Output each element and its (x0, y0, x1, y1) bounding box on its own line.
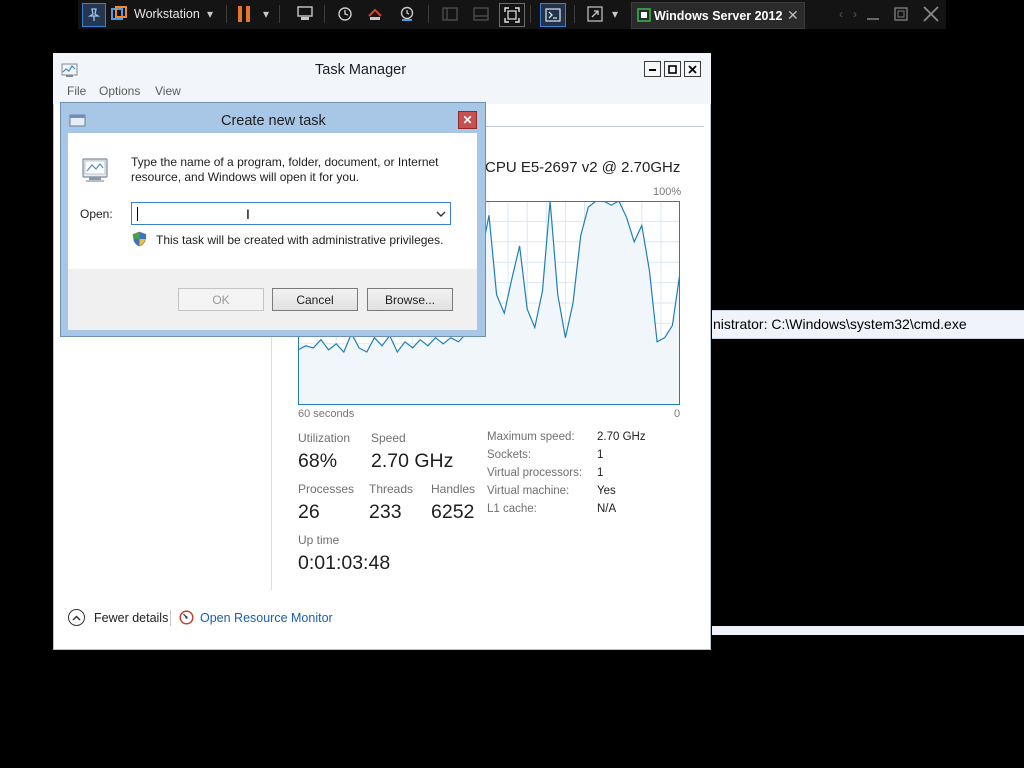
cpu-model-name: CPU E5-2697 v2 @ 2.70GHz (485, 159, 681, 176)
menu-file[interactable]: File (67, 84, 86, 98)
processes-value: 26 (298, 501, 320, 523)
toolbar-divider (324, 5, 325, 23)
minimize-icon[interactable] (862, 3, 884, 25)
dialog-close-button[interactable]: ✕ (458, 111, 477, 129)
tab-scroll-left-icon[interactable]: ‹ (834, 3, 848, 25)
stretch-guest-icon[interactable] (584, 3, 606, 25)
open-resource-monitor-link[interactable]: Open Resource Monitor (200, 611, 333, 625)
task-manager-titlebar[interactable] (53, 53, 711, 104)
close-icon (688, 64, 697, 74)
maximize-button[interactable] (664, 61, 681, 77)
resource-monitor-icon[interactable] (179, 610, 194, 625)
close-icon[interactable]: ✕ (787, 7, 799, 24)
revert-snapshot-icon[interactable] (364, 3, 386, 25)
minimize-button[interactable] (644, 61, 661, 77)
spec-key: Maximum speed: (487, 431, 575, 443)
toolbar-divider (530, 5, 531, 23)
sidebar-divider (271, 330, 272, 590)
pause-icon[interactable] (233, 3, 255, 25)
text-cursor-icon: I (246, 206, 250, 222)
threads-value: 233 (369, 501, 402, 523)
chart-time-span-label: 60 seconds (298, 408, 355, 420)
vm-tab[interactable]: Windows Server 2012 ✕ (631, 2, 805, 29)
uptime-value: 0:01:03:48 (298, 552, 391, 574)
task-manager-icon (61, 63, 78, 77)
dialog-title: Create new task (221, 113, 326, 129)
speed-value: 2.70 GHz (371, 450, 454, 472)
footer-divider (170, 610, 171, 626)
handles-label: Handles (431, 482, 476, 496)
spec-value: Yes (597, 485, 616, 497)
toolbar-divider (279, 5, 280, 23)
spec-value: N/A (597, 503, 617, 515)
minimize-icon (649, 68, 656, 71)
chart-max-label: 100% (653, 186, 682, 198)
chevron-down-icon[interactable] (434, 207, 448, 221)
utilization-value: 68% (298, 450, 338, 472)
open-field-label: Open: (80, 207, 113, 221)
window-title: Task Manager (315, 62, 407, 78)
browse-button[interactable]: Browse... (367, 288, 453, 311)
threads-label: Threads (369, 482, 414, 496)
uac-shield-icon (132, 231, 147, 247)
snapshot-manager-icon[interactable] (396, 3, 418, 25)
run-program-icon (82, 158, 108, 182)
vmware-toolbar: Workstation ▾ ▾ ▾ Windows Server 2012 ✕ (78, 0, 946, 29)
chevron-down-icon[interactable]: ▾ (259, 3, 273, 25)
vm-tab-label: Windows Server 2012 (654, 8, 783, 23)
dialog-description: Type the name of a program, folder, docu… (131, 155, 439, 184)
run-dialog-icon (69, 114, 86, 127)
chevron-down-icon[interactable]: ▾ (608, 3, 622, 25)
close-icon[interactable] (920, 3, 942, 25)
uptime-label: Up time (298, 533, 340, 547)
handles-value: 6252 (431, 501, 475, 523)
close-button[interactable] (684, 61, 701, 77)
toolbar-divider (226, 5, 227, 23)
processes-label: Processes (298, 482, 355, 496)
spec-key: Sockets: (487, 449, 532, 461)
spec-key: Virtual machine: (487, 485, 570, 497)
menu-view[interactable]: View (155, 84, 181, 98)
tab-strip-divider (486, 126, 704, 127)
menu-options[interactable]: Options (99, 84, 140, 98)
spec-key: Virtual processors: (487, 467, 583, 479)
admin-privileges-note: This task will be created with administr… (156, 233, 444, 247)
chart-min-label: 0 (674, 408, 681, 420)
spec-value: 2.70 GHz (597, 431, 646, 443)
vmware-logo-icon (108, 3, 130, 25)
tab-scroll-right-icon[interactable]: › (848, 3, 862, 25)
spec-value: 1 (597, 449, 604, 461)
snapshot-icon[interactable] (334, 3, 356, 25)
fewer-details-button[interactable]: Fewer details (94, 611, 168, 625)
cmd-window-bottom-edge (712, 626, 1024, 635)
cmd-window-title: nistrator: C:\Windows\system32\cmd.exe (713, 316, 967, 332)
ok-button[interactable]: OK (178, 288, 264, 311)
toolbar-divider (428, 5, 429, 23)
library-view-icon[interactable] (439, 3, 461, 25)
send-ctrl-alt-del-icon[interactable] (293, 3, 317, 25)
pin-icon[interactable] (82, 3, 106, 27)
thumbnail-view-icon[interactable] (470, 3, 492, 25)
spec-value: 1 (597, 467, 604, 479)
console-view-icon[interactable] (540, 3, 566, 27)
full-screen-icon[interactable] (499, 3, 525, 27)
maximize-icon (668, 64, 677, 74)
spec-key: L1 cache: (487, 503, 537, 515)
fewer-details-icon[interactable] (68, 609, 85, 626)
chevron-down-icon[interactable]: ▾ (202, 3, 218, 25)
maximize-icon[interactable] (890, 3, 912, 25)
vm-tab-icon (637, 8, 651, 22)
dialog-body (68, 133, 477, 269)
speed-label: Speed (371, 431, 406, 445)
utilization-label: Utilization (298, 431, 351, 445)
cancel-button[interactable]: Cancel (272, 288, 358, 311)
cmd-window-titlebar[interactable]: nistrator: C:\Windows\system32\cmd.exe (712, 310, 1024, 339)
toolbar-divider (574, 5, 575, 23)
text-caret (137, 207, 138, 221)
open-command-combobox[interactable]: I (131, 202, 451, 225)
